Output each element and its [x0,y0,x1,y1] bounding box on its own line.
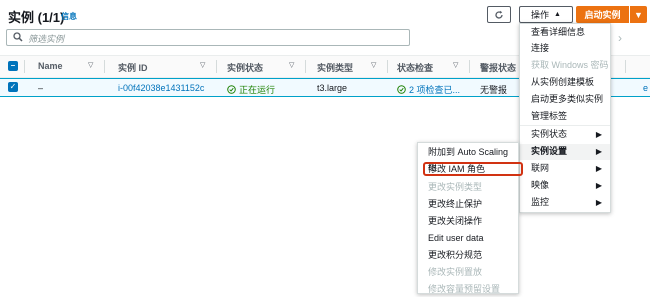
submenu-item-shutdown-behavior[interactable]: 更改关闭操作 [418,214,518,229]
menu-item-label: 监控 [531,197,550,207]
column-divider [104,60,105,73]
submenu-item-termination-protection[interactable]: 更改终止保护 [418,197,518,212]
col-instance-state[interactable]: 实例状态 [227,61,263,74]
menu-item-get-windows-password: 获取 Windows 密码 [531,60,609,70]
menu-item-instance-state[interactable]: 实例状态 ▶ [520,127,610,142]
submenu-item-attach-asg[interactable]: 附加到 Auto Scaling 组 [418,145,518,172]
menu-item-label: 实例设置 [531,146,568,156]
menu-item-label: 映像 [531,180,550,190]
launch-dropdown-button[interactable]: ▼ [630,6,647,23]
filter-icon[interactable]: ▽ [289,61,294,69]
column-divider [305,60,306,73]
col-alarm-state[interactable]: 警报状态 [480,61,516,74]
caret-right-icon: ▶ [595,198,602,207]
menu-item-connect[interactable]: 连接 [520,41,610,56]
col-status-check[interactable]: 状态检查 [397,61,433,74]
filter-icon[interactable]: ▽ [200,61,205,69]
submenu-item-change-instance-type: 更改实例类型 [428,182,483,192]
column-divider [216,60,217,73]
menu-item-create-template[interactable]: 从实例创建模板 [520,75,610,90]
menu-item-monitoring[interactable]: 监控 ▶ [520,195,610,210]
select-all-checkbox[interactable]: – [8,61,18,71]
submenu-item-modify-iam-role[interactable]: 修改 IAM 角色 [418,162,518,177]
caret-up-icon: ▲ [554,11,561,18]
submenu-item-modify-placement: 修改实例置放 [428,267,483,277]
cell-alarm-state: 无警报 [480,85,508,95]
menu-item-label: 实例状态 [531,129,568,139]
menu-item-networking[interactable]: 联网 ▶ [520,161,610,176]
launch-instance-button[interactable]: 启动实例 [576,6,629,23]
info-link[interactable]: 信息 [61,11,77,22]
column-divider [24,60,25,73]
refresh-button[interactable] [487,6,511,23]
cell-instance-state: 正在运行 [227,83,275,96]
column-divider [469,60,470,73]
menu-item-instance-settings[interactable]: 实例设置 ▶ [520,144,610,160]
col-name[interactable]: Name [38,61,63,71]
search-icon [13,32,23,42]
menu-item-view-details[interactable]: 查看详细信息 [520,25,610,40]
cell-instance-type: t3.large [317,83,348,93]
col-instance-id[interactable]: 实例 ID [118,61,148,74]
state-label: 正在运行 [239,85,276,95]
caret-down-icon: ▼ [634,9,643,20]
menu-item-manage-tags[interactable]: 管理标签 [520,109,610,124]
menu-item-label: 联网 [531,163,550,173]
actions-label: 操作 [531,10,550,20]
column-divider [387,60,388,73]
search-placeholder: 筛选实例 [28,34,65,44]
cell-name: – [38,83,44,93]
actions-button[interactable]: 操作 ▲ [519,6,573,23]
filter-icon[interactable]: ▽ [453,61,458,69]
next-page-icon[interactable]: › [618,31,622,45]
page-title: 实例 (1/1) [8,10,65,25]
filter-icon[interactable]: ▽ [371,61,376,69]
search-input[interactable] [6,29,410,46]
status-check-label[interactable]: 2 项检查已... [409,83,460,96]
actions-menu: 查看详细信息 连接 获取 Windows 密码 从实例创建模板 启动更多类似实例… [519,23,611,213]
menu-item-image[interactable]: 映像 ▶ [520,178,610,193]
col-instance-type[interactable]: 实例类型 [317,61,353,74]
check-circle-icon [397,85,406,94]
menu-divider [520,125,610,126]
menu-item-launch-more-like-this[interactable]: 启动更多类似实例 [520,92,610,107]
row-checkbox[interactable]: ✓ [8,82,18,92]
caret-right-icon: ▶ [595,164,602,173]
refresh-icon [495,10,503,19]
cell-extra: e [643,83,649,93]
submenu-item-edit-user-data[interactable]: Edit user data [418,231,518,246]
check-circle-icon [227,85,236,94]
filter-icon[interactable]: ▽ [88,61,93,69]
instance-settings-submenu: 附加到 Auto Scaling 组 修改 IAM 角色 更改实例类型 更改终止… [417,142,523,294]
cell-instance-id[interactable]: i-00f42038e1431152c [118,83,204,93]
caret-right-icon: ▶ [595,181,602,190]
cell-status-check: 2 项检查已... [397,83,460,96]
caret-right-icon: ▶ [595,147,602,156]
caret-right-icon: ▶ [595,130,602,139]
submenu-item-credit-specification[interactable]: 更改积分规范 [418,248,518,263]
column-divider [625,60,626,73]
